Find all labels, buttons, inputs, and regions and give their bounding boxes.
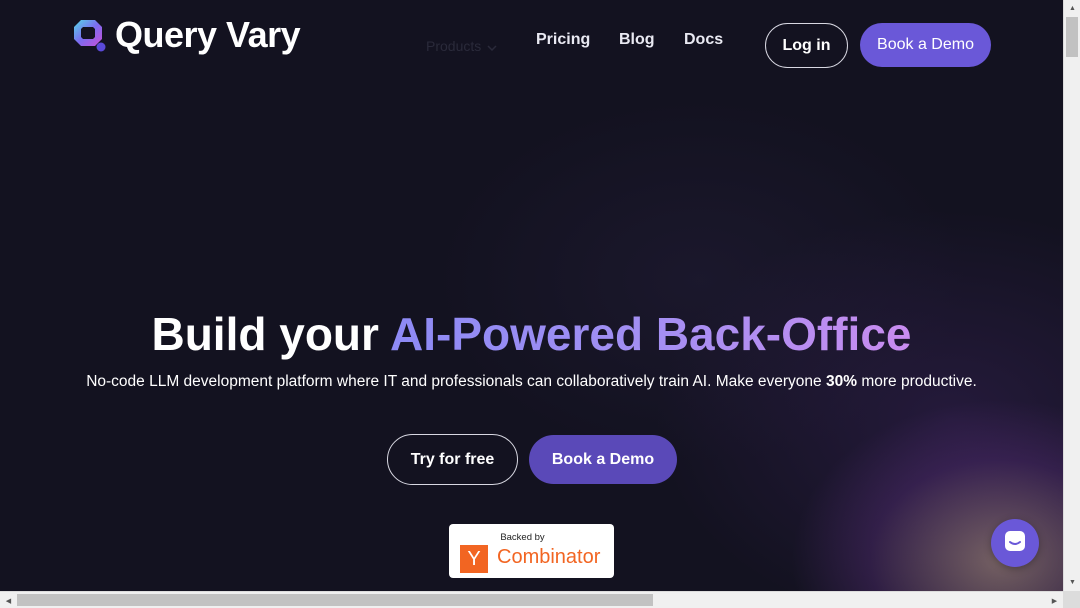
try-free-button[interactable]: Try for free [387,434,518,485]
hero-title: Build your AI-Powered Back-Office [0,306,1063,362]
nav-docs[interactable]: Docs [684,31,723,49]
nav-blog[interactable]: Blog [619,31,655,49]
nav-pricing[interactable]: Pricing [536,31,590,49]
scroll-right-arrow-icon[interactable]: ▶ [1046,592,1063,608]
hero-subtitle-post: more productive. [861,373,977,390]
yc-name: Combinator [497,546,601,568]
hero-subtitle-pre: No-code LLM development platform where I… [86,373,822,390]
brand-logo[interactable]: Query Vary [71,14,301,55]
scrollbar-corner [1063,591,1080,608]
hero-subtitle: No-code LLM development platform where I… [0,372,1063,392]
nav-products[interactable]: Products [426,38,497,54]
book-demo-header-button[interactable]: Book a Demo [860,23,991,67]
horizontal-scrollbar[interactable]: ◀ ▶ [0,591,1063,608]
yc-logo-icon: Y [460,545,488,573]
book-demo-hero-button[interactable]: Book a Demo [529,435,677,484]
hero-title-plain: Build your [151,308,379,360]
chat-launcher-button[interactable] [991,519,1039,567]
vertical-scrollbar[interactable]: ▲ ▼ [1063,0,1080,591]
horizontal-scroll-thumb[interactable] [17,594,653,606]
vertical-scroll-thumb[interactable] [1066,17,1078,57]
hero-title-highlight: AI-Powered Back-Office [390,308,912,360]
login-button[interactable]: Log in [765,23,848,68]
y-combinator-badge[interactable]: Backed by Y Combinator [449,524,614,578]
query-vary-logo-icon [71,17,107,53]
scroll-down-arrow-icon[interactable]: ▼ [1064,574,1080,591]
landing-page: Query Vary Products Pricing Blog Docs Lo… [0,0,1063,591]
brand-name: Query Vary [115,14,301,55]
scroll-up-arrow-icon[interactable]: ▲ [1064,0,1080,17]
nav-products-label: Products [426,38,482,54]
chevron-down-icon [487,38,497,54]
scroll-left-arrow-icon[interactable]: ◀ [0,592,17,608]
hero-subtitle-bold: 30% [826,373,858,390]
chat-icon [1003,529,1027,558]
yc-backed-by: Backed by [500,532,545,543]
